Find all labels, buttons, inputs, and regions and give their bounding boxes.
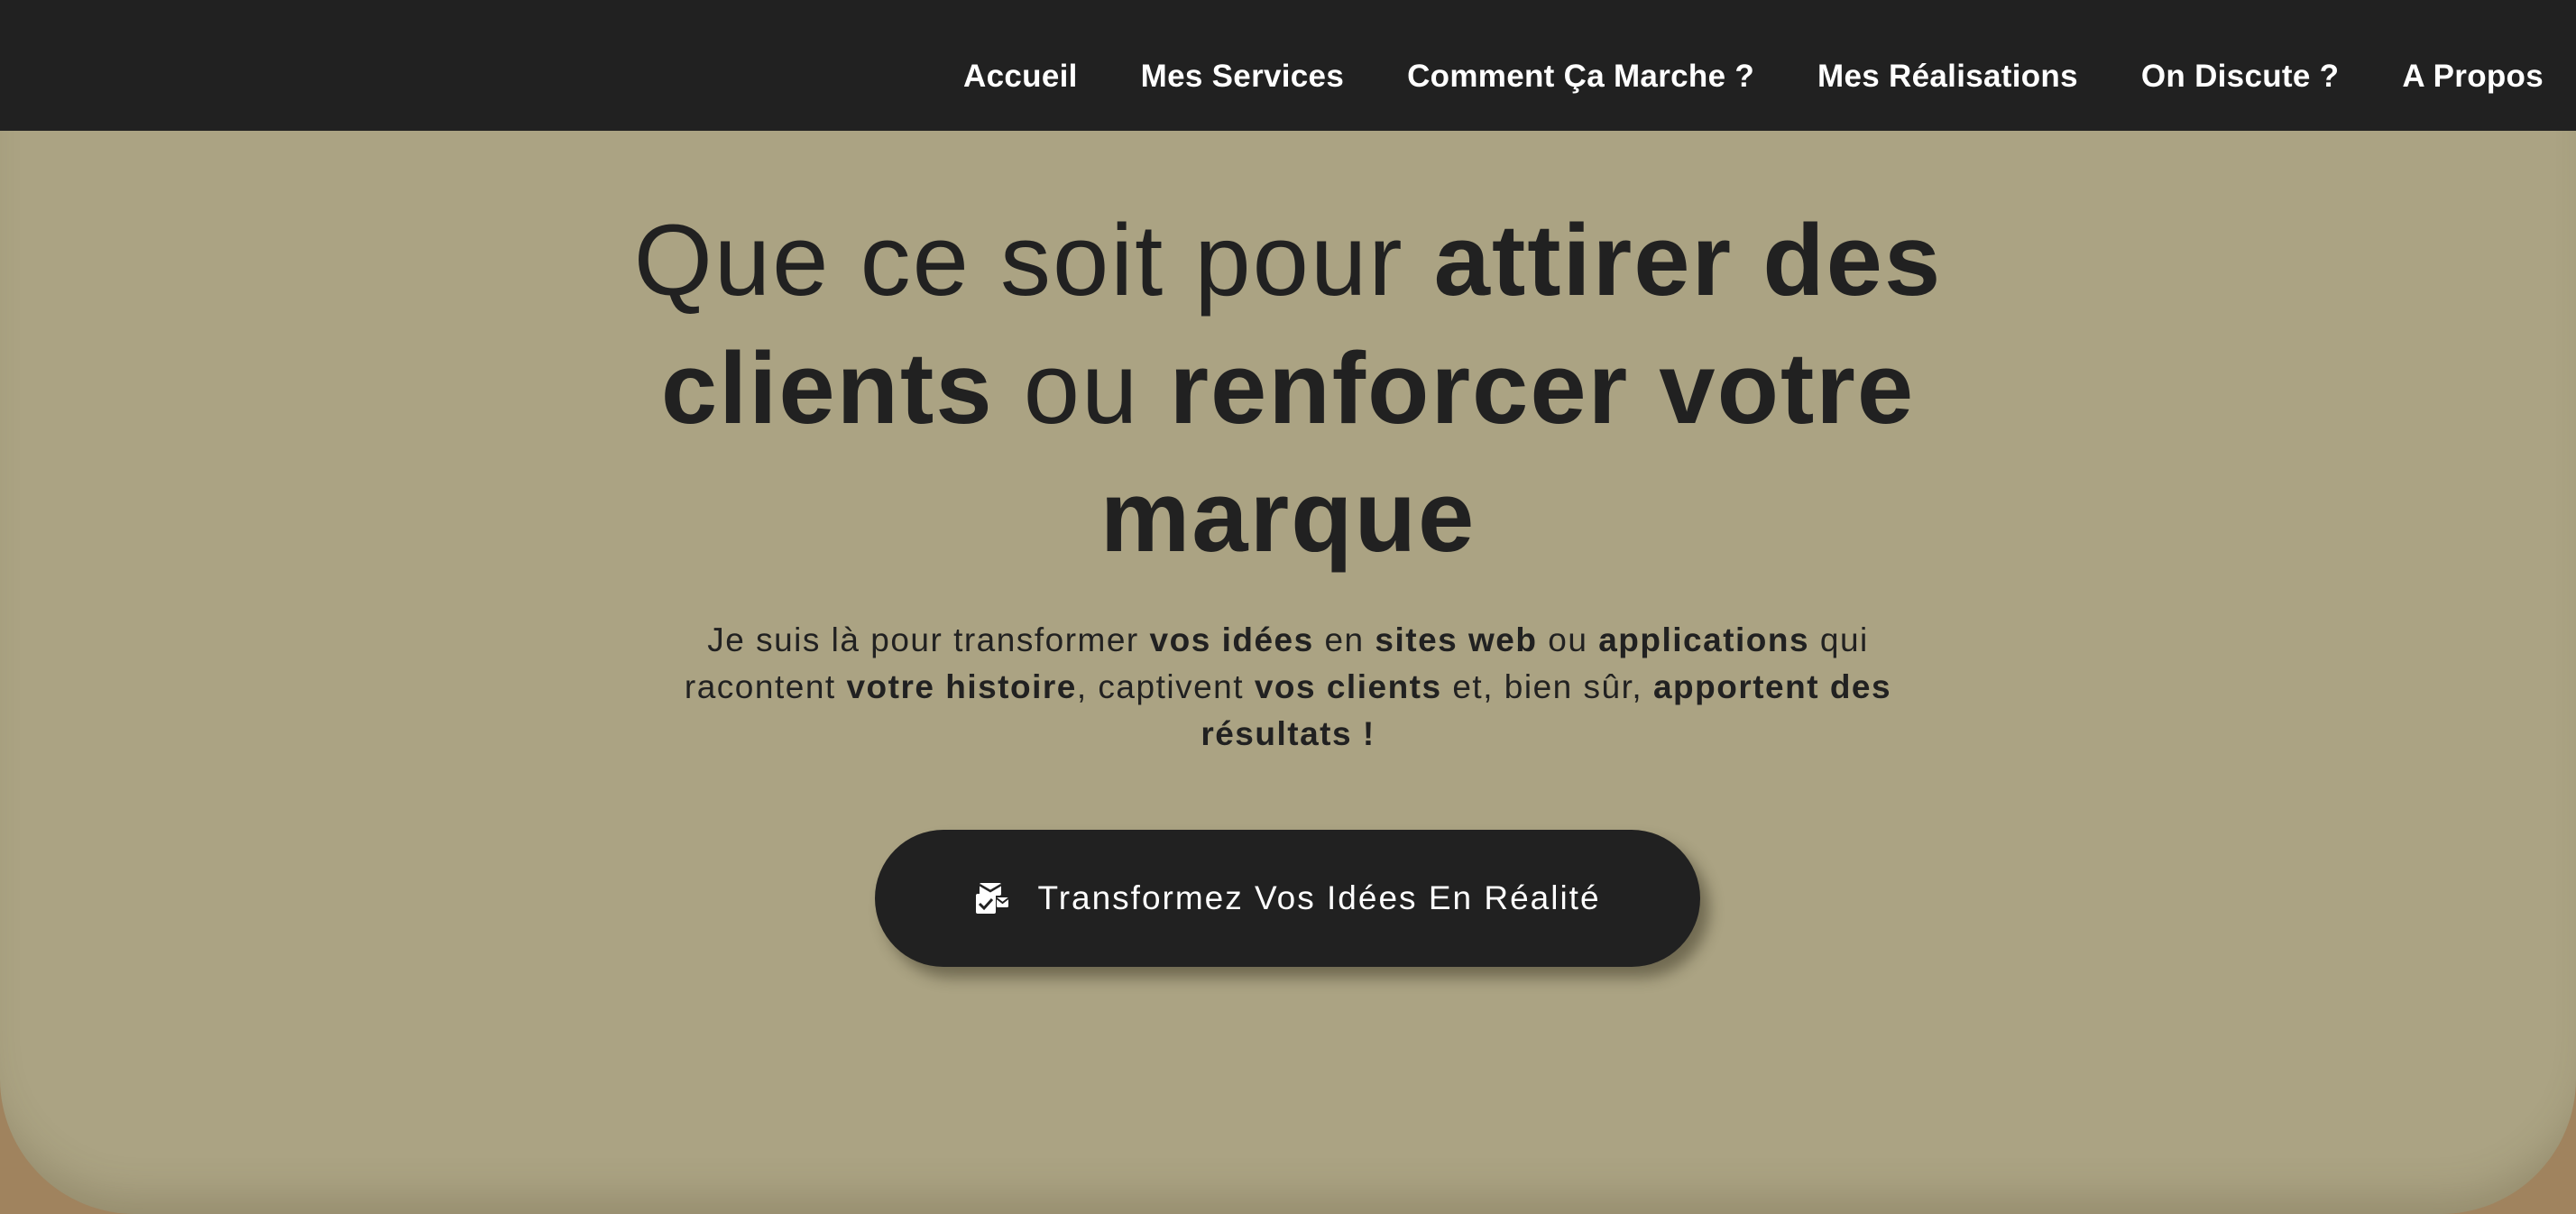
hero-section: Que ce soit pour attirer des clients ou … <box>0 0 2576 1214</box>
nav-item-comment-ca-marche[interactable]: Comment Ça Marche ? <box>1407 59 1754 95</box>
headline-part-regular: ou <box>993 332 1170 445</box>
subtitle-emphasis: vos idées <box>1149 621 1314 658</box>
subtitle-text: et, bien sûr, <box>1441 668 1653 705</box>
nav-menu: Accueil Mes Services Comment Ça Marche ?… <box>963 0 2544 153</box>
hero-headline: Que ce soit pour attirer des clients ou … <box>566 197 2010 581</box>
top-navbar: Accueil Mes Services Comment Ça Marche ?… <box>0 0 2576 131</box>
mail-check-icon <box>976 883 1010 914</box>
subtitle-text: ou <box>1537 621 1599 658</box>
nav-item-on-discute[interactable]: On Discute ? <box>2141 59 2339 95</box>
subtitle-emphasis: sites web <box>1375 621 1538 658</box>
cta-button-label: Transformez Vos Idées En Réalité <box>1037 879 1601 916</box>
nav-item-services[interactable]: Mes Services <box>1141 59 1344 95</box>
cta-button[interactable]: Transformez Vos Idées En Réalité <box>875 830 1700 967</box>
headline-part-bold: renforcer votre marque <box>1099 332 1916 573</box>
nav-item-accueil[interactable]: Accueil <box>963 59 1078 95</box>
subtitle-emphasis: applications <box>1598 621 1810 658</box>
subtitle-text: en <box>1313 621 1375 658</box>
subtitle-emphasis: votre histoire <box>846 668 1077 705</box>
hero-subtitle: Je suis là pour transformer vos idées en… <box>648 617 1928 758</box>
headline-part-regular: Que ce soit pour <box>633 204 1434 317</box>
nav-item-a-propos[interactable]: A Propos <box>2402 59 2544 95</box>
subtitle-text: , captivent <box>1076 668 1255 705</box>
nav-item-realisations[interactable]: Mes Réalisations <box>1817 59 2078 95</box>
subtitle-text: Je suis là pour transformer <box>707 621 1150 658</box>
subtitle-emphasis: vos clients <box>1254 668 1442 705</box>
